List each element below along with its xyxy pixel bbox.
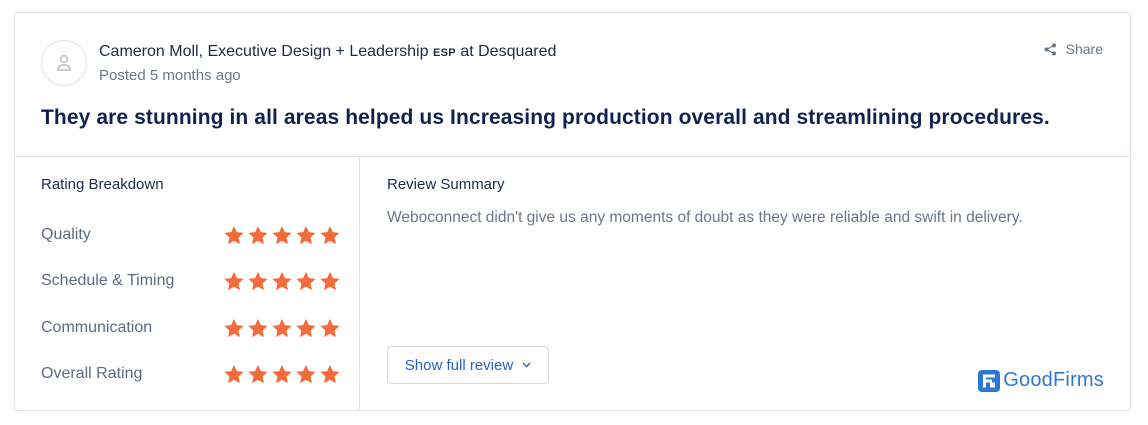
rating-row: Schedule & Timing — [41, 258, 345, 304]
share-label: Share — [1065, 41, 1103, 57]
star-icon — [248, 365, 268, 384]
rating-label: Overall Rating — [41, 365, 143, 383]
star-icon — [248, 226, 268, 245]
rating-label: Communication — [41, 318, 153, 336]
reviewer-name: Cameron Moll, Executive Design + Leaders… — [99, 43, 556, 61]
star-rating — [223, 224, 341, 246]
posted-time: Posted 5 months ago — [99, 67, 241, 84]
rating-breakdown-title: Rating Breakdown — [41, 176, 164, 193]
review-summary-title: Review Summary — [387, 176, 505, 193]
show-full-review-button[interactable]: Show full review — [387, 346, 549, 384]
share-icon — [1044, 43, 1056, 55]
star-icon — [272, 318, 292, 337]
star-icon — [296, 365, 316, 384]
goodfirms-logo-text: GoodFirms — [1003, 369, 1104, 391]
rating-row: Quality — [41, 212, 345, 258]
star-rating — [223, 270, 341, 292]
star-icon — [272, 365, 292, 384]
star-icon — [224, 365, 244, 384]
review-card: Cameron Moll, Executive Design + Leaders… — [14, 12, 1131, 411]
rating-label: Quality — [41, 226, 91, 244]
divider-horizontal — [15, 156, 1130, 157]
rating-breakdown: Rating Breakdown Quality Schedule & Timin… — [41, 176, 345, 397]
rating-row: Overall Rating — [41, 351, 345, 397]
star-icon — [272, 226, 292, 245]
review-summary-text: Weboconnect didn't give us any moments o… — [387, 209, 1023, 226]
star-icon — [296, 272, 316, 291]
avatar — [41, 40, 87, 86]
goodfirms-logo: GoodFirms — [978, 369, 1104, 392]
star-icon — [272, 272, 292, 291]
user-icon — [57, 55, 71, 71]
star-icon — [224, 318, 244, 337]
reviewer-name-esp: ESP — [432, 47, 456, 59]
rating-row: Communication — [41, 305, 345, 351]
star-rating — [223, 317, 341, 339]
star-icon — [224, 226, 244, 245]
star-icon — [296, 226, 316, 245]
chevron-down-icon — [522, 362, 531, 368]
review-header: Cameron Moll, Executive Design + Leaders… — [15, 13, 1130, 157]
star-icon — [320, 226, 340, 245]
star-icon — [248, 272, 268, 291]
divider-vertical — [359, 157, 360, 411]
star-icon — [296, 318, 316, 337]
review-summary: Review Summary Weboconnect didn't give u… — [387, 176, 1107, 227]
review-headline: They are stunning in all areas helped us… — [41, 106, 1050, 129]
show-full-review-label: Show full review — [404, 356, 514, 374]
rating-label: Schedule & Timing — [41, 272, 175, 290]
goodfirms-logo-icon — [978, 369, 1001, 392]
star-icon — [224, 272, 244, 291]
star-icon — [248, 318, 268, 337]
star-icon — [320, 365, 340, 384]
star-icon — [320, 318, 340, 337]
star-icon — [320, 272, 340, 291]
reviewer-name-suffix: at Desquared — [455, 43, 557, 60]
star-rating — [223, 363, 341, 385]
reviewer-name-prefix: Cameron Moll, Executive Design + Leaders… — [99, 43, 433, 60]
share-button[interactable]: Share — [1044, 41, 1103, 57]
